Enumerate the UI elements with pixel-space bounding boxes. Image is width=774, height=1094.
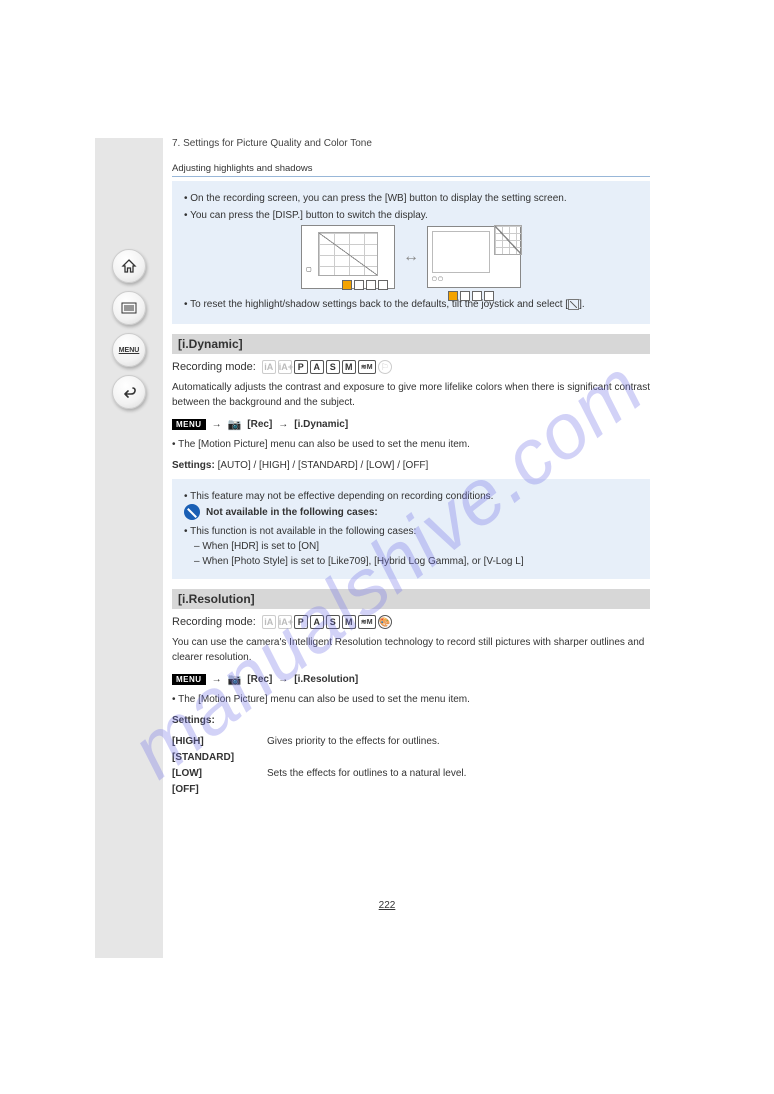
camera-icon-2: 📷 [228, 673, 242, 686]
reset-preset-icon [568, 299, 579, 310]
arrow-icon-4: → [278, 674, 288, 685]
idyn-not-avail-header: Not available in the following cases: [184, 504, 638, 520]
idyn-modes-row: Recording mode: iA iA+ P A S M ≋M ⚐ [172, 360, 650, 374]
mode-iaplus-icon-2: iA+ [278, 615, 292, 629]
idyn-menu-also: • The [Motion Picture] menu can also be … [172, 437, 650, 452]
mode-iaplus-icon: iA+ [278, 360, 292, 374]
ires-settings-list: [HIGH] Gives priority to the effects for… [172, 734, 650, 798]
menu-path-item: [i.Dynamic] [294, 419, 348, 430]
idyn-modes-label: Recording mode: [172, 361, 256, 373]
preview-pane-icon [432, 231, 490, 273]
menu-path-rec: [Rec] [247, 419, 272, 430]
preset-marker-4 [378, 280, 388, 290]
figure-row: ▢ ↔ ▢ ▢ [184, 225, 638, 289]
menu-path-rec-2: [Rec] [247, 674, 272, 685]
mode-movie-icon: ≋M [358, 360, 376, 374]
settings-row-standard: [STANDARD] [172, 750, 650, 766]
figure-b: ▢ ▢ [427, 226, 521, 288]
preset-marker-1 [342, 280, 352, 290]
note-box-1: • On the recording screen, you can press… [172, 181, 650, 324]
back-icon [121, 386, 137, 398]
list-button[interactable] [112, 291, 146, 325]
camera-icon: 📷 [228, 418, 242, 431]
settings-row-low: [LOW] Sets the effects for outlines to a… [172, 766, 650, 782]
idyn-info-box: • This feature may not be effective depe… [172, 479, 650, 579]
ires-mode-icons: iA iA+ P A S M ≋M 🎨 [262, 615, 392, 629]
idyn-menu-path: MENU → 📷 [Rec] → [i.Dynamic] [172, 418, 650, 431]
note1-line3: • To reset the highlight/shadow settings… [184, 297, 638, 312]
preset-marker-2 [354, 280, 364, 290]
arrow-icon-2: → [278, 419, 288, 430]
arrow-icon: → [212, 419, 222, 430]
figure-b-controls-icon: ▢ ▢ [432, 276, 443, 284]
mini-graph-icon [494, 225, 522, 255]
mode-a-icon: A [310, 360, 324, 374]
page-header: 7. Settings for Picture Quality and Colo… [172, 138, 650, 149]
back-button[interactable] [112, 375, 146, 409]
note1-line2: • You can press the [DISP.] button to sw… [184, 208, 638, 223]
menu-button[interactable]: MENU [112, 333, 146, 367]
idyn-mode-icons: iA iA+ P A S M ≋M ⚐ [262, 360, 392, 374]
mode-p-icon: P [294, 360, 308, 374]
settings-row-high: [HIGH] Gives priority to the effects for… [172, 734, 650, 750]
ires-desc: You can use the camera's Intelligent Res… [172, 635, 650, 665]
figure-a: ▢ [301, 225, 395, 289]
bidirectional-arrow-icon: ↔ [403, 245, 419, 269]
page-number: 222 [0, 900, 774, 911]
page-container: MENU 7. Settings for Picture Quality and… [0, 0, 774, 1094]
ires-modes-label: Recording mode: [172, 616, 256, 628]
mode-movie-icon-2: ≋M [358, 615, 376, 629]
mode-m-icon: M [342, 360, 356, 374]
ires-modes-row: Recording mode: iA iA+ P A S M ≋M 🎨 [172, 615, 650, 629]
nav-buttons: MENU [103, 245, 155, 417]
idyn-info-bullet: • This feature may not be effective depe… [184, 489, 638, 504]
menu-path-item-2: [i.Resolution] [294, 674, 358, 685]
list-icon [121, 302, 137, 314]
ires-menu-also: • The [Motion Picture] menu can also be … [172, 692, 650, 707]
mode-ia-icon: iA [262, 360, 276, 374]
preset-marker-b4 [484, 291, 494, 301]
ires-menu-path: MENU → 📷 [Rec] → [i.Resolution] [172, 673, 650, 686]
mode-p-icon-2: P [294, 615, 308, 629]
preset-marker-b3 [472, 291, 482, 301]
note1-line1: • On the recording screen, you can press… [184, 191, 638, 206]
subsection-label: Adjusting highlights and shadows [172, 163, 650, 177]
menu-badge-icon: MENU [172, 419, 206, 430]
idyn-settings: Settings: [AUTO] / [HIGH] / [STANDARD] /… [172, 460, 650, 471]
figure-a-controls-icon: ▢ [306, 266, 312, 275]
mode-ia-icon-2: iA [262, 615, 276, 629]
not-available-icon [184, 504, 200, 520]
content-column: 7. Settings for Picture Quality and Colo… [172, 138, 650, 802]
home-icon [121, 258, 137, 274]
ires-settings-label: Settings: [172, 715, 650, 726]
menu-badge-icon-2: MENU [172, 674, 206, 685]
arrow-icon-3: → [212, 674, 222, 685]
chapter-label: 7. Settings for Picture Quality and Colo… [172, 138, 372, 149]
mode-creative-icon: ⚐ [378, 360, 392, 374]
mode-creative-icon-2: 🎨 [378, 615, 392, 629]
idyn-not-avail-1: • This function is not available in the … [184, 524, 638, 539]
sidebar: MENU [95, 138, 163, 958]
preset-marker-b2 [460, 291, 470, 301]
mode-s-icon: S [326, 360, 340, 374]
home-button[interactable] [112, 249, 146, 283]
mode-s-icon-2: S [326, 615, 340, 629]
idyn-desc: Automatically adjusts the contrast and e… [172, 380, 650, 410]
settings-row-off: [OFF] [172, 782, 650, 798]
mode-a-icon-2: A [310, 615, 324, 629]
section-idynamic-title: [i.Dynamic] [172, 334, 650, 354]
mode-m-icon-2: M [342, 615, 356, 629]
preset-marker-b1 [448, 291, 458, 301]
idyn-not-avail-2: – When [HDR] is set to [ON] [184, 539, 638, 554]
preset-marker-3 [366, 280, 376, 290]
idyn-not-avail-3: – When [Photo Style] is set to [Like709]… [184, 554, 638, 569]
graph-grid-icon [318, 232, 378, 276]
section-ires-title: [i.Resolution] [172, 589, 650, 609]
